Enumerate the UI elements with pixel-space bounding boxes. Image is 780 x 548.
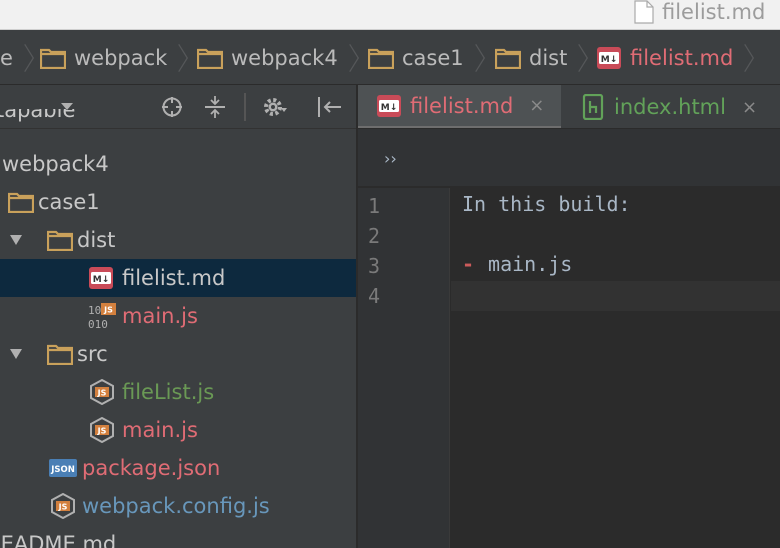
- folder-icon: [368, 47, 394, 69]
- tab-index-html[interactable]: index.html ×: [562, 85, 780, 129]
- editor-breadcrumb-bar: ››: [358, 129, 780, 187]
- document-icon: [634, 0, 654, 24]
- chevron-right-icon: [348, 40, 360, 76]
- chevron-right-icon: [23, 40, 35, 76]
- folder-icon: [197, 47, 223, 69]
- tree-item-label: src: [77, 342, 108, 366]
- tree-item-file[interactable]: fileList.js: [0, 373, 356, 411]
- tab-label: index.html: [614, 95, 726, 119]
- expand-arrow-icon[interactable]: [9, 234, 23, 246]
- window-titlebar: filelist.md: [0, 0, 780, 30]
- chevron-right-icon: [177, 40, 189, 76]
- tree-item-folder[interactable]: dist: [0, 221, 356, 259]
- folder-icon: [47, 343, 73, 365]
- expand-arrow-icon[interactable]: [9, 348, 23, 360]
- code-line: - main.js: [462, 252, 572, 282]
- tree-item-label: webpack.config.js: [82, 494, 270, 518]
- breadcrumb-label: dist: [529, 45, 568, 70]
- breadcrumb-item-current[interactable]: filelist.md: [596, 30, 733, 85]
- js-file-icon: [50, 493, 76, 519]
- navigation-bar: e webpack webpack4 case1 dist filelist.m…: [0, 30, 780, 85]
- breadcrumb-label: filelist.md: [630, 45, 734, 70]
- tree-item-label: case1: [38, 190, 100, 214]
- current-line-highlight: [451, 281, 780, 311]
- tree-item-folder[interactable]: case1: [0, 183, 356, 221]
- breadcrumb-item[interactable]: webpack4: [197, 30, 338, 85]
- breadcrumb-label: webpack4: [231, 45, 338, 70]
- tab-filelist-md[interactable]: filelist.md ×: [358, 85, 561, 128]
- line-number: 2: [368, 224, 381, 248]
- tree-item-label: package.json: [82, 456, 221, 480]
- code-text: In this build:: [462, 192, 631, 216]
- tree-item-label: main.js: [122, 418, 198, 442]
- js-file-icon: [89, 417, 115, 443]
- editor-tabs: filelist.md × index.html ×: [358, 85, 780, 129]
- chevron-right-icon: [474, 40, 486, 76]
- chevron-right-icon: [743, 40, 755, 76]
- breadcrumb-item[interactable]: dist: [495, 30, 567, 85]
- folder-icon: [47, 229, 73, 251]
- close-tab-icon[interactable]: ×: [529, 95, 544, 116]
- tree-item-label: main.js: [122, 304, 198, 328]
- line-number: 1: [368, 194, 381, 218]
- tree-item-label: filelist.md: [122, 266, 226, 290]
- tab-label: filelist.md: [410, 93, 514, 118]
- folder-icon: [8, 191, 34, 213]
- breadcrumb-item[interactable]: e: [0, 30, 13, 85]
- breadcrumb-label: case1: [402, 45, 464, 70]
- project-panel: tapable webpack4 case1 dist filelist.md …: [0, 85, 357, 548]
- markdown-file-icon: [376, 94, 402, 118]
- window-title: filelist.md: [662, 0, 766, 24]
- html-file-icon: [582, 94, 604, 120]
- folder-icon: [40, 47, 66, 69]
- tree-item-file[interactable]: package.json: [0, 449, 356, 487]
- json-file-icon: [48, 455, 78, 481]
- tree-item-label: tapable: [0, 109, 76, 122]
- tree-item-label: dist: [77, 228, 116, 252]
- markdown-file-icon: [88, 266, 114, 290]
- list-bullet: -: [462, 252, 475, 276]
- tree-item-file-selected[interactable]: filelist.md: [0, 259, 356, 297]
- binary-js-file-icon: [88, 301, 118, 331]
- breadcrumb-label: e: [0, 45, 13, 70]
- tree-item-file[interactable]: README.md: [0, 525, 356, 548]
- js-file-icon: [89, 379, 115, 405]
- chevron-right-icon: [577, 40, 589, 76]
- breadcrumb-label: webpack: [74, 45, 168, 70]
- markdown-file-icon: [596, 46, 622, 70]
- folder-icon: [495, 47, 521, 69]
- tree-item-file[interactable]: webpack.config.js: [0, 487, 356, 525]
- code-editor[interactable]: In this build: - main.js: [451, 188, 780, 548]
- breadcrumb-item[interactable]: case1: [368, 30, 464, 85]
- tree-item-label: webpack4: [2, 152, 109, 176]
- tree-item-label: fileList.js: [122, 380, 215, 404]
- editor-gutter: 1 2 3 4: [358, 188, 450, 548]
- tree-item-folder[interactable]: tapable: [0, 109, 356, 137]
- tree-item-folder[interactable]: webpack4: [0, 145, 356, 183]
- breadcrumb-item[interactable]: webpack: [40, 30, 167, 85]
- more-chevron-icon[interactable]: ››: [384, 149, 397, 168]
- line-number: 4: [368, 284, 381, 308]
- tree-item-file[interactable]: main.js: [0, 411, 356, 449]
- close-tab-icon[interactable]: ×: [742, 97, 757, 118]
- code-line: In this build:: [462, 192, 631, 222]
- code-text: main.js: [488, 252, 573, 276]
- tree-item-file[interactable]: main.js: [0, 297, 356, 335]
- tree-item-folder[interactable]: src: [0, 335, 356, 373]
- line-number: 3: [368, 254, 381, 278]
- tree-item-label: README.md: [0, 532, 117, 548]
